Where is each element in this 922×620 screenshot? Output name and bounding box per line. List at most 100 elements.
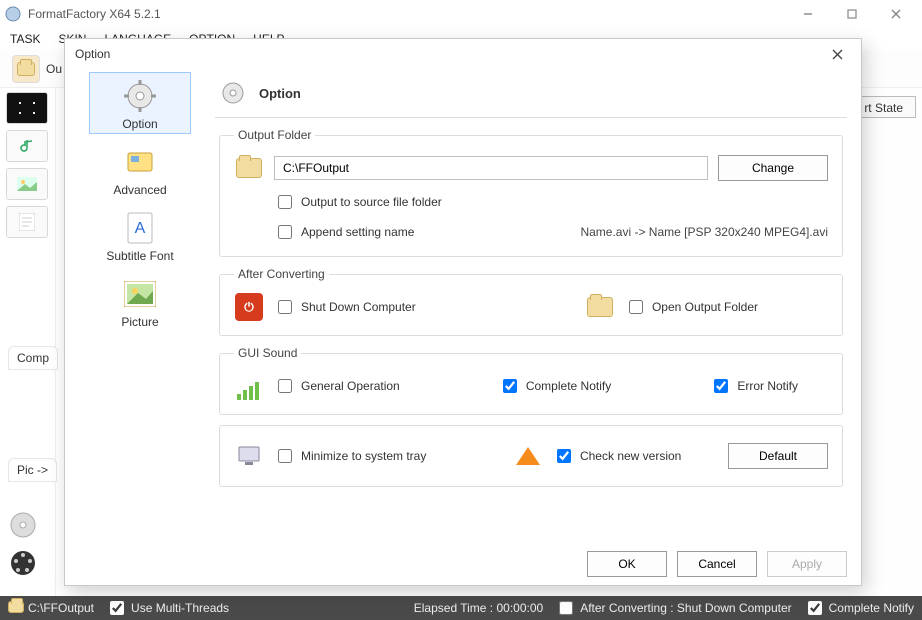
- check-version-label: Check new version: [580, 449, 681, 463]
- after-converting-legend: After Converting: [234, 267, 329, 281]
- append-setting-checkbox[interactable]: Append setting name: [274, 222, 414, 242]
- output-to-source-checkbox[interactable]: Output to source file folder: [274, 192, 442, 212]
- shutdown-input[interactable]: [278, 300, 292, 314]
- sidebar-image-icon[interactable]: [6, 168, 48, 200]
- dialog-content: Option Output Folder Change Output to so…: [215, 69, 861, 541]
- update-arrow-icon: [513, 442, 543, 470]
- status-elapsed: Elapsed Time : 00:00:00: [414, 601, 543, 615]
- group-misc: Minimize to system tray Check new versio…: [219, 425, 843, 487]
- complete-notify-input[interactable]: [503, 379, 517, 393]
- general-op-input[interactable]: [278, 379, 292, 393]
- nav-subtitle-label: Subtitle Font: [90, 249, 190, 263]
- sidebar-document-icon[interactable]: [6, 206, 48, 238]
- minimize-tray-input[interactable]: [278, 449, 292, 463]
- group-after-converting: After Converting ⏻ Shut Down Computer Op…: [219, 267, 843, 336]
- open-output-input[interactable]: [629, 300, 643, 314]
- dialog-titlebar: Option: [65, 39, 861, 69]
- sidebar-video-icon[interactable]: [6, 92, 48, 124]
- gear-icon: [121, 77, 159, 115]
- dialog-footer: OK Cancel Apply: [587, 551, 847, 577]
- apply-button[interactable]: Apply: [767, 551, 847, 577]
- maximize-button[interactable]: [830, 0, 874, 28]
- complete-notify-checkbox[interactable]: Complete Notify: [499, 376, 611, 396]
- status-multithreads-label: Use Multi-Threads: [131, 601, 229, 615]
- status-afterconv-input[interactable]: [559, 601, 573, 615]
- status-multithreads-input[interactable]: [110, 601, 124, 615]
- sound-bars-icon: [234, 372, 264, 400]
- ok-button[interactable]: OK: [587, 551, 667, 577]
- dialog-close-button[interactable]: [823, 40, 851, 68]
- append-example: Name.avi -> Name [PSP 320x240 MPEG4].avi: [580, 225, 828, 239]
- check-version-input[interactable]: [557, 449, 571, 463]
- nav-subtitle-font[interactable]: A Subtitle Font: [90, 205, 190, 265]
- font-icon: A: [121, 209, 159, 247]
- sidebar-reel-icon[interactable]: [8, 548, 38, 581]
- minimize-button[interactable]: [786, 0, 830, 28]
- nav-option-label: Option: [90, 117, 190, 131]
- minimize-tray-label: Minimize to system tray: [301, 449, 426, 463]
- check-version-checkbox[interactable]: Check new version: [553, 446, 681, 466]
- nav-advanced-label: Advanced: [90, 183, 190, 197]
- status-multithreads-checkbox[interactable]: Use Multi-Threads: [106, 598, 229, 618]
- tray-icon: [234, 442, 264, 470]
- shutdown-label: Shut Down Computer: [301, 300, 416, 314]
- menu-task[interactable]: TASK: [10, 32, 40, 46]
- folder-icon: [8, 601, 24, 616]
- minimize-tray-checkbox[interactable]: Minimize to system tray: [274, 446, 426, 466]
- sidebar-audio-icon[interactable]: [6, 130, 48, 162]
- folder-icon: [234, 154, 264, 182]
- output-folder-legend: Output Folder: [234, 128, 315, 142]
- status-output-path-text: C:\FFOutput: [28, 601, 94, 615]
- dialog-nav: Option Advanced A Subtitle Font Picture: [65, 69, 215, 541]
- general-op-label: General Operation: [301, 379, 400, 393]
- open-output-label: Open Output Folder: [652, 300, 758, 314]
- change-button[interactable]: Change: [718, 155, 828, 181]
- cancel-button[interactable]: Cancel: [677, 551, 757, 577]
- error-notify-input[interactable]: [714, 379, 728, 393]
- folder-icon: [585, 293, 615, 321]
- status-complete-notify-checkbox[interactable]: Complete Notify: [804, 598, 914, 618]
- open-output-checkbox[interactable]: Open Output Folder: [625, 297, 758, 317]
- gear-icon: [217, 77, 249, 109]
- append-setting-label: Append setting name: [301, 225, 414, 239]
- sidebar-pic-label[interactable]: Pic ->: [8, 458, 57, 482]
- advanced-icon: [121, 143, 159, 181]
- nav-advanced[interactable]: Advanced: [90, 139, 190, 199]
- output-to-source-label: Output to source file folder: [301, 195, 442, 209]
- error-notify-label: Error Notify: [737, 379, 798, 393]
- nav-picture-label: Picture: [90, 315, 190, 329]
- default-button[interactable]: Default: [728, 443, 828, 469]
- status-complete-notify-input[interactable]: [808, 601, 822, 615]
- app-icon: [4, 5, 22, 23]
- svg-text:A: A: [135, 220, 146, 237]
- gui-sound-legend: GUI Sound: [234, 346, 301, 360]
- nav-picture[interactable]: Picture: [90, 271, 190, 331]
- status-afterconv-label: After Converting : Shut Down Computer: [580, 601, 791, 615]
- error-notify-checkbox[interactable]: Error Notify: [710, 376, 798, 396]
- status-complete-notify-label: Complete Notify: [829, 601, 914, 615]
- toolbar-output-label: Ou: [46, 62, 62, 76]
- status-output-path[interactable]: C:\FFOutput: [8, 601, 94, 616]
- output-to-source-input[interactable]: [278, 195, 292, 209]
- status-afterconv-checkbox[interactable]: After Converting : Shut Down Computer: [555, 598, 791, 618]
- power-icon: ⏻: [234, 293, 264, 321]
- toolbar-output[interactable]: Ou: [6, 55, 68, 83]
- close-button[interactable]: [874, 0, 918, 28]
- dialog-title: Option: [75, 47, 823, 61]
- nav-option[interactable]: Option: [90, 73, 190, 133]
- content-heading-text: Option: [259, 86, 301, 101]
- output-path-input[interactable]: [274, 156, 708, 180]
- shutdown-checkbox[interactable]: Shut Down Computer: [274, 297, 416, 317]
- sidebar-disc-icon[interactable]: [8, 510, 38, 543]
- append-setting-input[interactable]: [278, 225, 292, 239]
- sidebar-compute-label[interactable]: Comp: [8, 346, 58, 370]
- general-op-checkbox[interactable]: General Operation: [274, 376, 400, 396]
- folder-icon: [12, 55, 40, 83]
- group-gui-sound: GUI Sound General Operation Complete Not…: [219, 346, 843, 415]
- option-dialog: Option Option Advanced A Subtitle Font P…: [64, 38, 862, 586]
- group-output-folder: Output Folder Change Output to source fi…: [219, 128, 843, 257]
- titlebar: FormatFactory X64 5.2.1: [0, 0, 922, 28]
- window-title: FormatFactory X64 5.2.1: [28, 7, 786, 21]
- statusbar: C:\FFOutput Use Multi-Threads Elapsed Ti…: [0, 596, 922, 620]
- complete-notify-label: Complete Notify: [526, 379, 611, 393]
